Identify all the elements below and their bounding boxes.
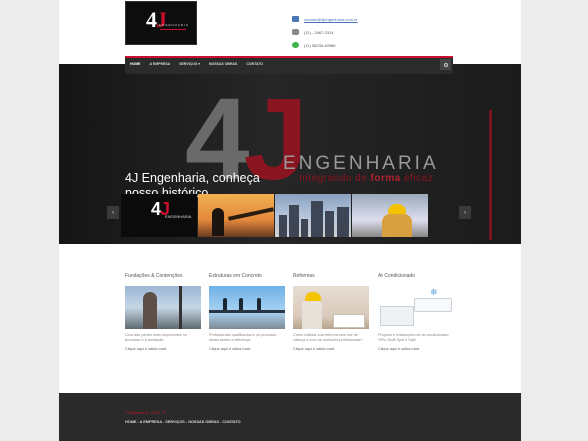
- slide-thumb-city[interactable]: [275, 194, 351, 237]
- search-icon: [443, 62, 448, 67]
- contact-email-text[interactable]: contato@4jengenharia.com.br: [304, 17, 358, 22]
- site-footer: 4 Engenharia - 2016 - ® HOME - A EMPRESA…: [59, 393, 521, 441]
- slider-next-button[interactable]: ›: [459, 206, 471, 219]
- slider-thumbnails: 4J ENGENHARIA: [121, 194, 429, 237]
- building-shape: [301, 219, 308, 237]
- service-title[interactable]: Ar Condicionado: [378, 273, 455, 279]
- service-title[interactable]: Estruturas em Concreto: [209, 273, 286, 279]
- service-image-estruturas[interactable]: [209, 286, 285, 329]
- steel-beam: [209, 310, 285, 313]
- contact-phone-text: (11) - 2467-3314: [304, 29, 334, 35]
- hero-red-bar: [489, 110, 492, 240]
- worker-silhouette: [143, 292, 157, 329]
- slide-thumb-logo[interactable]: 4J ENGENHARIA: [121, 194, 197, 237]
- footer-copyright: 4 Engenharia - 2016 - ®: [125, 411, 166, 415]
- thumb-logo-subtitle: ENGENHARIA: [165, 214, 192, 219]
- building-shape: [325, 211, 334, 237]
- worker-silhouette: [212, 208, 224, 236]
- services-section: Fundações & Contenções Uma das partes ma…: [125, 273, 455, 373]
- service-description: Uma das partes mais importantes no proce…: [125, 333, 188, 342]
- engineer-body: [382, 214, 412, 237]
- ac-outdoor-unit: [380, 306, 414, 326]
- hero-tagline: Integrando de forma eficaz: [299, 173, 434, 184]
- service-image-reformas[interactable]: [293, 286, 369, 329]
- service-description: Como realizar sua reforma sem dor de cab…: [293, 333, 363, 342]
- service-card-reformas: Reformas Como realizar sua reforma sem d…: [293, 273, 370, 351]
- phone-icon: [292, 29, 299, 35]
- cabinet-shape: [333, 314, 365, 328]
- hero-brand-text: ENGENHARIA: [283, 153, 439, 174]
- contact-whatsapp-text: (11) 98230-40986: [304, 42, 336, 48]
- worker-silhouette: [257, 298, 261, 310]
- service-title[interactable]: Fundações & Contenções: [125, 273, 202, 279]
- header-contacts: contato@4jengenharia.com.br (11) - 2467-…: [292, 13, 358, 52]
- building-shape: [337, 207, 349, 237]
- building-shape: [289, 205, 299, 237]
- search-button[interactable]: [440, 59, 451, 70]
- service-title[interactable]: Reformas: [293, 273, 370, 279]
- nav-item-contato[interactable]: CONTATO: [246, 62, 263, 66]
- service-image-ar-condicionado[interactable]: ❄: [378, 286, 454, 329]
- chevron-right-icon: ›: [464, 209, 466, 216]
- steel-beam: [228, 207, 274, 221]
- slide-thumb-worker[interactable]: [198, 194, 274, 237]
- service-description: Profissionais qualificados e no processo…: [209, 333, 277, 342]
- service-more-link[interactable]: Clique aqui e saiba mais: [293, 347, 370, 351]
- service-more-link[interactable]: Clique aqui e saiba mais: [378, 347, 455, 351]
- mail-icon: [292, 16, 299, 22]
- slide-thumb-engineer[interactable]: [352, 194, 428, 237]
- nav-item-servicos[interactable]: SERVIÇOS ▾: [179, 62, 200, 66]
- slider-prev-button[interactable]: ‹: [107, 206, 119, 219]
- pole-shape: [179, 286, 182, 329]
- service-card-estruturas: Estruturas em Concreto Profissionais qua…: [209, 273, 286, 351]
- contact-email[interactable]: contato@4jengenharia.com.br: [292, 13, 358, 25]
- service-card-ar-condicionado: Ar Condicionado ❄ Projetos e Instalações…: [378, 273, 455, 351]
- service-description: Projetos e Instalações de ar condicionad…: [378, 333, 449, 342]
- chevron-left-icon: ‹: [112, 209, 114, 216]
- nav-item-home[interactable]: HOME: [130, 62, 141, 66]
- worker-silhouette: [223, 298, 227, 310]
- building-shape: [279, 215, 287, 237]
- hard-hat-icon: [388, 204, 406, 214]
- service-image-fundacoes[interactable]: [125, 286, 201, 329]
- service-card-fundacoes: Fundações & Contenções Uma das partes ma…: [125, 273, 202, 351]
- footer-links[interactable]: HOME - A EMPRESA - SERVIÇOS - NOSSAS OBR…: [125, 420, 241, 424]
- worker-body: [302, 301, 322, 329]
- building-shape: [311, 201, 323, 237]
- snowflake-icon: ❄: [430, 287, 438, 297]
- contact-whatsapp: (11) 98230-40986: [292, 39, 358, 51]
- main-nav: HOME A EMPRESA SERVIÇOS ▾ NOSSAS OBRAS C…: [125, 56, 453, 74]
- logo-subtitle: ENGENHARIA: [159, 23, 189, 27]
- site-logo[interactable]: 4J ENGENHARIA: [125, 1, 197, 45]
- logo-underline: [160, 29, 186, 30]
- worker-silhouette: [239, 298, 243, 310]
- service-more-link[interactable]: Clique aqui e saiba mais: [209, 347, 286, 351]
- whatsapp-icon: [292, 42, 299, 48]
- contact-phone: (11) - 2467-3314: [292, 26, 358, 38]
- nav-accent-line: [125, 56, 453, 58]
- ac-indoor-unit: [414, 298, 452, 312]
- hard-hat-icon: [305, 292, 321, 301]
- page-container: 4J ENGENHARIA contato@4jengenharia.com.b…: [59, 0, 521, 441]
- nav-item-nossas-obras[interactable]: NOSSAS OBRAS: [209, 62, 237, 66]
- nav-item-a-empresa[interactable]: A EMPRESA: [150, 62, 171, 66]
- service-more-link[interactable]: Clique aqui e saiba mais: [125, 347, 202, 351]
